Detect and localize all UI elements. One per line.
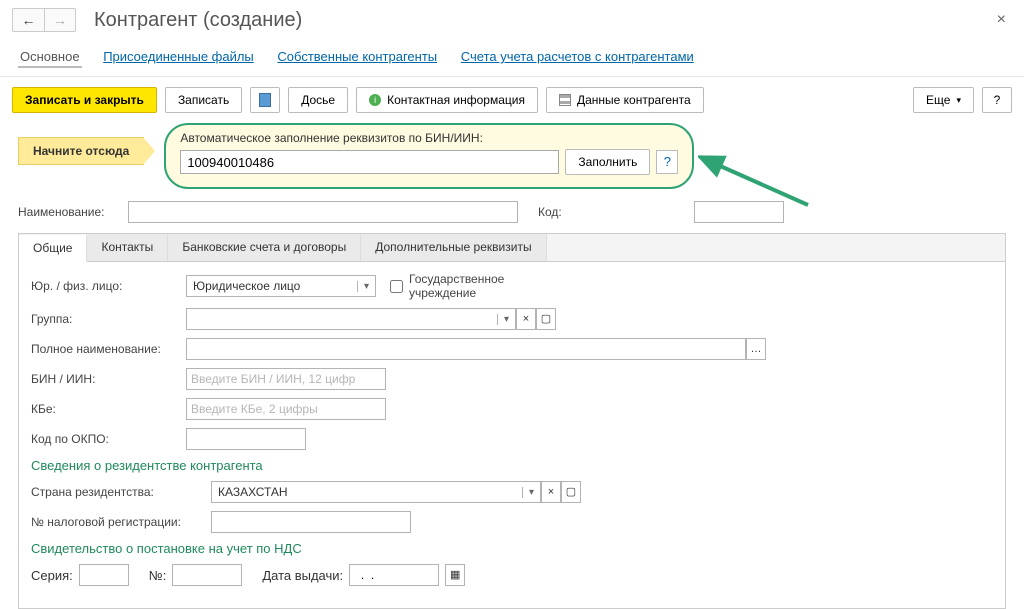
chevron-down-icon: ▾ xyxy=(357,281,375,292)
fullname-more-button[interactable]: … xyxy=(746,338,766,360)
date-input[interactable] xyxy=(349,564,439,586)
contact-info-button[interactable]: iКонтактная информация xyxy=(356,87,538,113)
info-icon: i xyxy=(369,94,381,106)
section-vat-title: Свидетельство о постановке на учет по НД… xyxy=(31,541,993,556)
country-select[interactable]: КАЗАХСТАН ▾ xyxy=(211,481,541,503)
linktab-own[interactable]: Собственные контрагенты xyxy=(275,45,439,68)
chevron-down-icon: ▾ xyxy=(522,487,540,498)
group-clear-button[interactable]: × xyxy=(516,308,536,330)
tab-contacts[interactable]: Контакты xyxy=(87,234,168,261)
close-button[interactable]: × xyxy=(991,9,1012,31)
country-clear-button[interactable]: × xyxy=(541,481,561,503)
code-label: Код: xyxy=(538,205,688,219)
name-label: Наименование: xyxy=(18,205,128,219)
bin-iin-input[interactable] xyxy=(180,150,559,174)
linktab-accounts[interactable]: Счета учета расчетов с контрагентами xyxy=(459,45,696,68)
bin-label: БИН / ИИН: xyxy=(31,372,186,386)
dossier-button[interactable]: Досье xyxy=(288,87,348,113)
doc-icon xyxy=(259,93,271,107)
country-label: Страна резидентства: xyxy=(31,485,211,499)
help-button[interactable]: ? xyxy=(982,87,1012,113)
fill-button[interactable]: Заполнить xyxy=(565,149,650,175)
gov-label: Государственное учреждение xyxy=(409,272,545,300)
autofill-panel: Автоматическое заполнение реквизитов по … xyxy=(164,123,694,189)
okpo-input[interactable] xyxy=(186,428,306,450)
calendar-icon: ▦ xyxy=(450,569,460,581)
date-label: Дата выдачи: xyxy=(262,568,343,583)
series-input[interactable] xyxy=(79,564,129,586)
nav-back-button[interactable]: ← xyxy=(12,8,44,32)
general-panel: Юр. / физ. лицо: Юридическое лицо ▾ Госу… xyxy=(18,261,1006,609)
tab-general[interactable]: Общие xyxy=(19,235,87,262)
kbe-label: КБе: xyxy=(31,402,186,416)
kbe-input[interactable] xyxy=(186,398,386,420)
arrow-right-icon: → xyxy=(53,12,67,28)
table-icon xyxy=(559,94,571,106)
help-icon[interactable]: ? xyxy=(656,150,678,174)
save-and-close-button[interactable]: Записать и закрыть xyxy=(12,87,157,113)
linktab-main[interactable]: Основное xyxy=(18,45,82,68)
num-input[interactable] xyxy=(172,564,242,586)
group-label: Группа: xyxy=(31,312,186,326)
calendar-button[interactable]: ▦ xyxy=(445,564,465,586)
taxreg-label: № налоговой регистрации: xyxy=(31,515,211,529)
start-here-label: Начните отсюда xyxy=(18,137,144,165)
page-title: Контрагент (создание) xyxy=(94,9,302,32)
more-button[interactable]: Еще ▾ xyxy=(913,87,974,113)
taxreg-input[interactable] xyxy=(211,511,411,533)
tab-extra[interactable]: Дополнительные реквизиты xyxy=(361,234,546,261)
tab-bank[interactable]: Банковские счета и договоры xyxy=(168,234,361,261)
okpo-label: Код по ОКПО: xyxy=(31,432,186,446)
country-open-button[interactable]: ▢ xyxy=(561,481,581,503)
section-residence-title: Сведения о резидентстве контрагента xyxy=(31,458,993,473)
fullname-input[interactable] xyxy=(186,338,746,360)
legaltype-select[interactable]: Юридическое лицо ▾ xyxy=(186,275,376,297)
chevron-down-icon: ▾ xyxy=(497,314,515,325)
group-select[interactable]: ▾ xyxy=(186,308,516,330)
bin-input[interactable] xyxy=(186,368,386,390)
code-input[interactable] xyxy=(694,201,784,223)
fullname-label: Полное наименование: xyxy=(31,342,186,356)
group-open-button[interactable]: ▢ xyxy=(536,308,556,330)
chevron-down-icon: ▾ xyxy=(956,95,961,106)
arrow-left-icon: ← xyxy=(22,12,36,28)
linktab-files[interactable]: Присоединенные файлы xyxy=(101,45,256,68)
save-button[interactable]: Записать xyxy=(165,87,242,113)
doc-icon-button[interactable] xyxy=(250,87,280,113)
name-input[interactable] xyxy=(128,201,518,223)
gov-checkbox[interactable] xyxy=(390,280,403,293)
legaltype-label: Юр. / физ. лицо: xyxy=(31,279,186,293)
num-label: №: xyxy=(149,568,167,583)
nav-forward-button[interactable]: → xyxy=(44,8,76,32)
counterparty-data-button[interactable]: Данные контрагента xyxy=(546,87,704,113)
series-label: Серия: xyxy=(31,568,73,583)
autofill-caption: Автоматическое заполнение реквизитов по … xyxy=(180,131,678,145)
